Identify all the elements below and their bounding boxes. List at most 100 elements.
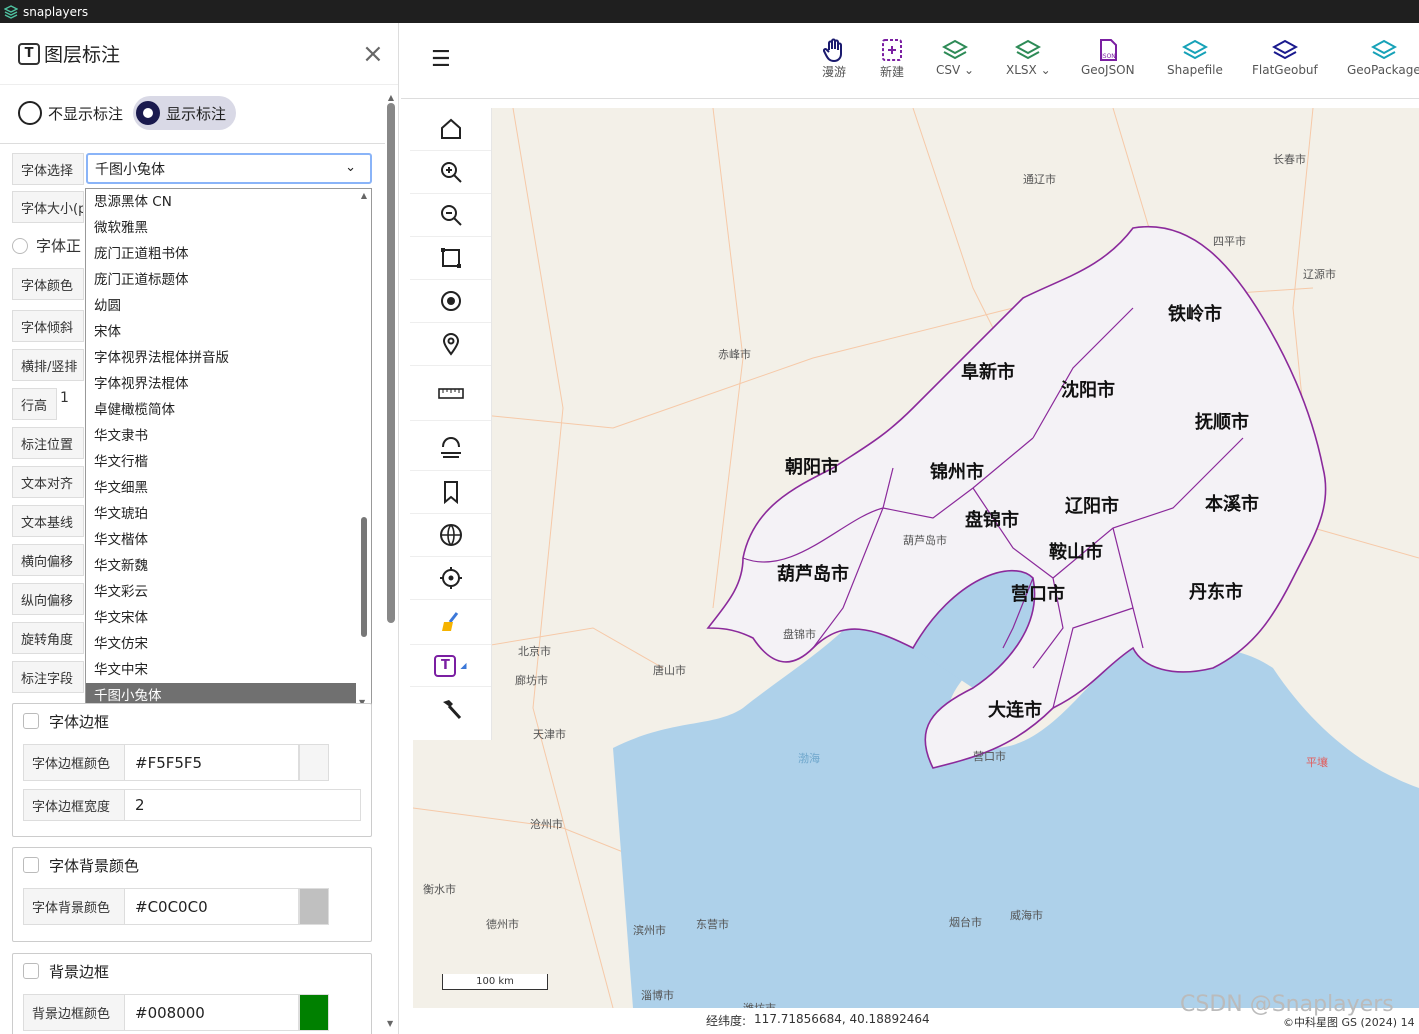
font-option[interactable]: 思源黑体 CN	[86, 189, 371, 215]
panel-title: 图层标注	[44, 44, 121, 66]
scale-bar: 100 km	[442, 974, 548, 990]
bg-color-input[interactable]: #C0C0C0	[125, 888, 299, 925]
font-option[interactable]: 卓健橄榄简体	[86, 397, 371, 423]
zoom-out-button[interactable]	[410, 194, 491, 237]
basemap-button[interactable]	[410, 421, 491, 471]
font-select[interactable]: 千图小兔体 ⌄	[86, 153, 372, 184]
checkbox[interactable]	[23, 963, 39, 979]
font-option[interactable]: 华文楷体	[86, 527, 371, 553]
dropdown-scroll-thumb[interactable]	[361, 517, 367, 637]
home-button[interactable]	[410, 108, 491, 151]
bg-color-swatch[interactable]	[299, 888, 329, 925]
city-label: 铁岭市	[1168, 303, 1222, 325]
geopackage-label: GeoPackage	[1347, 63, 1419, 77]
font-style-label: 字体正	[36, 237, 82, 255]
font-style-radio[interactable]	[12, 237, 28, 254]
ruler-icon	[437, 388, 464, 399]
watermark: CSDN @Snaplayers	[1180, 992, 1394, 1017]
locate-button[interactable]	[410, 280, 491, 323]
csv-button[interactable]: CSV ⌄	[936, 37, 974, 77]
font-option[interactable]: 微软雅黑	[86, 215, 371, 241]
basemap-label: 赤峰市	[718, 347, 751, 361]
font-option[interactable]: 华文宋体	[86, 605, 371, 631]
font-border-toggle[interactable]: 字体边框	[23, 710, 371, 732]
chevron-down-icon: ⌄	[345, 160, 356, 175]
title-bar: snaplayers	[0, 0, 1419, 23]
xlsx-button[interactable]: XLSX ⌄	[1006, 37, 1051, 77]
font-option[interactable]: 华文隶书	[86, 423, 371, 449]
offset-x-label: 横向偏移	[12, 544, 84, 576]
checkbox[interactable]	[23, 857, 39, 873]
font-option[interactable]: 宋体	[86, 319, 371, 345]
scroll-up-icon[interactable]: ▲	[385, 93, 397, 102]
border-width-field: 字体边框宽度 2	[23, 789, 361, 821]
city-label: 丹东市	[1189, 581, 1243, 603]
bg-border-toggle[interactable]: 背景边框	[23, 960, 371, 982]
border-width-input[interactable]: 2	[125, 789, 361, 821]
close-button[interactable]: ×	[362, 41, 384, 67]
panel-scrollbar[interactable]: ▲ ▼	[385, 93, 397, 1034]
zoom-in-button[interactable]	[410, 151, 491, 194]
radio-off-icon	[18, 101, 42, 125]
radio-hide-label: 不显示标注	[48, 104, 124, 123]
radio-hide-labels[interactable]: 不显示标注	[15, 96, 133, 130]
geopackage-button[interactable]: GeoPackage	[1347, 37, 1419, 77]
panel-scroll-thumb[interactable]	[387, 103, 395, 623]
flatgeobuf-button[interactable]: FlatGeobuf	[1252, 37, 1318, 77]
border-color-input[interactable]: #F5F5F5	[125, 744, 299, 781]
bg-border-color-input[interactable]: #008000	[125, 994, 299, 1031]
pan-button[interactable]: 漫游	[821, 37, 847, 80]
map-view[interactable]: 长春市 通辽市 四平市 辽源市 赤峰市 北京市 廊坊市 唐山市 天津市 沧州市 衡水市 德州市 滨州市 东…	[413, 108, 1419, 1008]
radio-show-labels[interactable]: 显示标注	[133, 96, 237, 130]
color-label: 字体颜色	[12, 268, 84, 300]
label-tool-button[interactable]: T ◢	[410, 645, 491, 687]
clear-button[interactable]	[410, 600, 491, 645]
font-option[interactable]: 华文彩云	[86, 579, 371, 605]
font-option[interactable]: 华文中宋	[86, 657, 371, 683]
globe-button[interactable]	[410, 514, 491, 557]
checkbox[interactable]	[23, 713, 39, 729]
measure-button[interactable]	[410, 366, 491, 421]
line-height-input[interactable]: 1	[60, 390, 69, 406]
crosshair-icon	[439, 567, 462, 589]
menu-toggle-icon[interactable]: ☰	[431, 49, 455, 71]
basemap-label: 天津市	[533, 727, 566, 741]
font-border-title: 字体边框	[49, 712, 110, 731]
font-option[interactable]: 字体视界法棍体	[86, 371, 371, 397]
font-option[interactable]: 华文细黑	[86, 475, 371, 501]
layers-icon	[1015, 37, 1042, 63]
bg-border-color-swatch[interactable]	[299, 994, 329, 1031]
basemap-icon	[440, 436, 461, 458]
home-icon	[440, 118, 461, 139]
shapefile-button[interactable]: Shapefile	[1167, 37, 1223, 77]
font-dropdown-list: 思源黑体 CN 微软雅黑 庞门正道粗书体 庞门正道标题体 幼圆 宋体 字体视界法棍体拼音版字…	[85, 188, 372, 710]
scroll-down-icon[interactable]: ▼	[387, 1019, 393, 1028]
border-color-label: 字体边框颜色	[23, 744, 125, 781]
font-option[interactable]: 华文行楷	[86, 449, 371, 475]
center-button[interactable]	[410, 557, 491, 600]
font-option[interactable]: 华文新魏	[86, 553, 371, 579]
city-label: 锦州市	[930, 461, 984, 483]
font-option[interactable]: 庞门正道标题体	[86, 267, 371, 293]
font-option[interactable]: 庞门正道粗书体	[86, 241, 371, 267]
new-button[interactable]: 新建	[879, 37, 905, 80]
basemap-label: 长春市	[1273, 152, 1306, 166]
field-label: 标注字段	[12, 661, 84, 693]
border-color-swatch[interactable]	[299, 744, 329, 781]
font-bg-toggle[interactable]: 字体背景颜色	[23, 854, 371, 876]
marker-button[interactable]	[410, 323, 491, 366]
font-option[interactable]: 华文琥珀	[86, 501, 371, 527]
dropdown-scrollbar[interactable]: ▲ ▼	[359, 191, 369, 707]
font-select-value: 千图小兔体	[95, 161, 165, 178]
tools-button[interactable]	[410, 687, 491, 730]
city-label: 营口市	[1011, 583, 1065, 605]
extent-button[interactable]	[410, 237, 491, 280]
bookmark-button[interactable]	[410, 471, 491, 514]
font-option[interactable]: 字体视界法棍体拼音版	[86, 345, 371, 371]
font-option[interactable]: 幼圆	[86, 293, 371, 319]
main-toolbar: ☰ 漫游 新建 CSV ⌄ XLSX ⌄ JSON GeoJSON Shapef…	[401, 23, 1419, 99]
city-label: 盘锦市	[965, 509, 1019, 531]
rotation-label: 旋转角度	[12, 622, 84, 654]
geojson-button[interactable]: JSON GeoJSON	[1081, 37, 1135, 77]
font-option[interactable]: 华文仿宋	[86, 631, 371, 657]
